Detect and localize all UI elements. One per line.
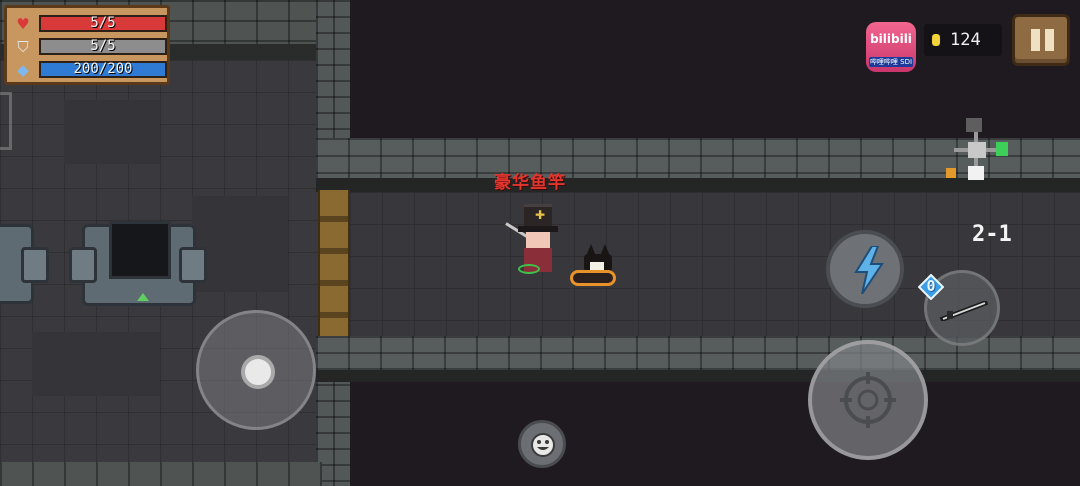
heart-icon: ♥ bbox=[16, 15, 30, 33]
player-character: ✚ bbox=[505, 200, 572, 284]
crosshair-icon bbox=[840, 372, 896, 428]
level-indicator: 2-1 bbox=[972, 222, 1012, 247]
bilibili-logo: bilibili bbox=[870, 32, 912, 46]
pet-companion bbox=[566, 244, 620, 290]
energy-cost-value: 0 bbox=[926, 277, 936, 295]
vending-machine[interactable] bbox=[69, 221, 207, 306]
machine-left[interactable] bbox=[0, 224, 49, 304]
game-scene: 豪华鱼竿 ✚ ♥ 5/5 ⛉ 5/5 ◆ 200/200 bilibili 哔哩… bbox=[0, 0, 1080, 486]
lightning-icon bbox=[854, 246, 884, 294]
smiley-icon bbox=[531, 433, 555, 457]
armor-bar: 5/5 bbox=[39, 38, 167, 55]
room-wall-bottom bbox=[0, 462, 322, 486]
offscreen-object-outline bbox=[0, 92, 12, 150]
bilibili-badge[interactable]: bilibili 哔哩哔哩 SDI bbox=[866, 22, 916, 72]
rifle-icon bbox=[939, 301, 989, 321]
shield-icon: ⛉ bbox=[17, 38, 29, 56]
bilibili-band: 哔哩哔哩 SDI bbox=[869, 57, 913, 67]
room-wall-right-upper bbox=[316, 0, 350, 140]
coin-count: 124 bbox=[950, 30, 981, 50]
health-value: 5/5 bbox=[90, 15, 116, 31]
energy-cost-badge: 0 bbox=[917, 273, 945, 301]
health-row: ♥ 5/5 bbox=[15, 14, 167, 33]
joystick-knob[interactable] bbox=[241, 355, 275, 389]
movement-joystick[interactable] bbox=[196, 310, 316, 430]
armor-value: 5/5 bbox=[90, 38, 116, 54]
player-stats-panel: ♥ 5/5 ⛉ 5/5 ◆ 200/200 bbox=[4, 5, 170, 85]
armor-row: ⛉ 5/5 bbox=[15, 37, 167, 56]
energy-value: 200/200 bbox=[73, 61, 133, 77]
coin-icon bbox=[932, 34, 940, 46]
pause-button[interactable] bbox=[1012, 14, 1070, 66]
pause-icon bbox=[1031, 29, 1040, 51]
skill-button[interactable] bbox=[826, 230, 904, 308]
attack-button[interactable] bbox=[808, 340, 928, 460]
minimap bbox=[930, 110, 1030, 190]
health-bar: 5/5 bbox=[39, 15, 167, 32]
wooden-door bbox=[318, 190, 350, 336]
item-name-label: 豪华鱼竿 bbox=[494, 173, 566, 193]
emote-button[interactable] bbox=[518, 420, 566, 468]
coin-counter: 124 bbox=[924, 24, 1002, 56]
arrow-up-icon bbox=[137, 293, 149, 301]
energy-bar: 200/200 bbox=[39, 61, 167, 78]
energy-row: ◆ 200/200 bbox=[15, 60, 167, 79]
diamond-icon: ◆ bbox=[17, 61, 29, 79]
